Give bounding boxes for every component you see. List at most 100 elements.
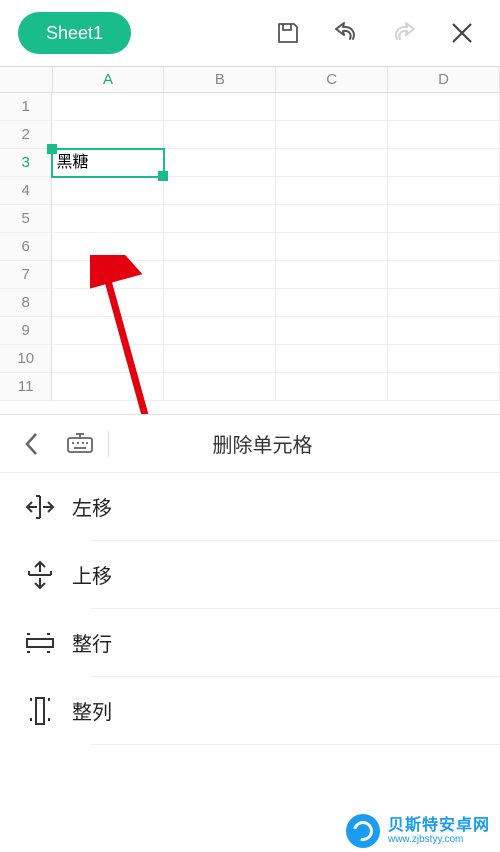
save-icon [275,20,301,46]
cell[interactable] [164,205,276,233]
cell[interactable] [164,121,276,149]
option-label: 整行 [72,628,112,657]
sheet-tab[interactable]: Sheet1 [18,12,131,54]
cell[interactable] [52,261,164,289]
option-shift-up[interactable]: 上移 [18,541,500,608]
cell[interactable] [52,345,164,373]
selection-handle-tl[interactable] [47,144,57,154]
cell[interactable] [52,205,164,233]
option-entire-col[interactable]: 整列 [18,677,500,744]
cell[interactable] [276,289,388,317]
cell[interactable] [388,121,500,149]
cell[interactable] [164,317,276,345]
option-shift-left[interactable]: 左移 [18,473,500,540]
close-button[interactable] [438,9,486,57]
toolbar: Sheet1 [0,0,500,66]
cell[interactable] [276,373,388,401]
column-headers: A B C D [0,67,500,93]
row-header[interactable]: 2 [0,121,52,149]
watermark-url: www.zjbstyy.com [388,834,490,845]
divider [108,431,109,457]
cell[interactable] [164,373,276,401]
undo-button[interactable] [322,9,370,57]
option-label: 左移 [72,492,112,521]
cell[interactable] [276,149,388,177]
cell[interactable] [388,233,500,261]
cell[interactable] [52,177,164,205]
panel-back-button[interactable] [8,420,56,468]
cell[interactable] [388,93,500,121]
row-header[interactable]: 7 [0,261,52,289]
cell[interactable] [276,177,388,205]
entire-row-icon [25,631,55,655]
cell[interactable] [388,345,500,373]
row-header[interactable]: 11 [0,373,52,401]
cell[interactable] [276,121,388,149]
row-header[interactable]: 6 [0,233,52,261]
watermark: 贝斯特安卓网 www.zjbstyy.com [346,814,490,848]
delete-cell-panel: 删除单元格 左移 上移 整行 整列 [0,414,500,852]
close-icon [449,20,475,46]
option-label: 整列 [72,696,112,725]
cell[interactable] [164,345,276,373]
cell[interactable] [276,93,388,121]
cell[interactable] [164,149,276,177]
chevron-left-icon [22,430,42,458]
cell[interactable] [276,261,388,289]
panel-keyboard-button[interactable] [56,420,104,468]
option-label: 上移 [72,560,112,589]
cell[interactable] [388,317,500,345]
col-header-b[interactable]: B [164,67,276,93]
option-entire-row[interactable]: 整行 [18,609,500,676]
cell[interactable] [276,233,388,261]
cell[interactable] [276,205,388,233]
watermark-logo-icon [346,814,380,848]
redo-button [380,9,428,57]
row-header[interactable]: 8 [0,289,52,317]
cell[interactable] [52,373,164,401]
cell[interactable] [388,205,500,233]
row-header[interactable]: 5 [0,205,52,233]
watermark-name: 贝斯特安卓网 [388,817,490,835]
cell[interactable] [164,289,276,317]
undo-icon [331,19,361,47]
cell[interactable] [164,261,276,289]
col-header-c[interactable]: C [276,67,388,93]
save-button[interactable] [264,9,312,57]
cell[interactable] [388,177,500,205]
redo-icon [389,19,419,47]
selection-handle-br[interactable] [158,171,168,181]
col-header-a[interactable]: A [53,67,165,93]
cell[interactable] [276,345,388,373]
cell[interactable] [164,177,276,205]
cell[interactable] [52,93,164,121]
cell[interactable] [52,121,164,149]
spreadsheet-grid[interactable]: A B C D 1 2 3 黑糖 4 5 6 7 8 9 10 11 [0,66,500,404]
keyboard-icon [66,432,94,456]
entire-col-icon [28,696,52,726]
shift-up-icon [26,560,54,590]
row-header[interactable]: 4 [0,177,52,205]
cell[interactable] [52,317,164,345]
shift-left-icon [25,493,55,521]
panel-header: 删除单元格 [0,415,500,473]
cell[interactable] [388,149,500,177]
row-header[interactable]: 1 [0,93,52,121]
row-header[interactable]: 9 [0,317,52,345]
panel-title: 删除单元格 [113,429,492,458]
cell[interactable] [52,233,164,261]
cell[interactable] [388,261,500,289]
panel-options: 左移 上移 整行 整列 [0,473,500,745]
cell[interactable] [52,289,164,317]
cell[interactable] [388,289,500,317]
cell[interactable] [164,93,276,121]
col-header-d[interactable]: D [388,67,500,93]
cell-selected[interactable]: 黑糖 [52,149,164,177]
grid-corner[interactable] [0,67,53,93]
cell[interactable] [388,373,500,401]
cell-value: 黑糖 [56,154,88,171]
row-header[interactable]: 3 [0,149,52,177]
cell[interactable] [276,317,388,345]
cell[interactable] [164,233,276,261]
row-header[interactable]: 10 [0,345,52,373]
